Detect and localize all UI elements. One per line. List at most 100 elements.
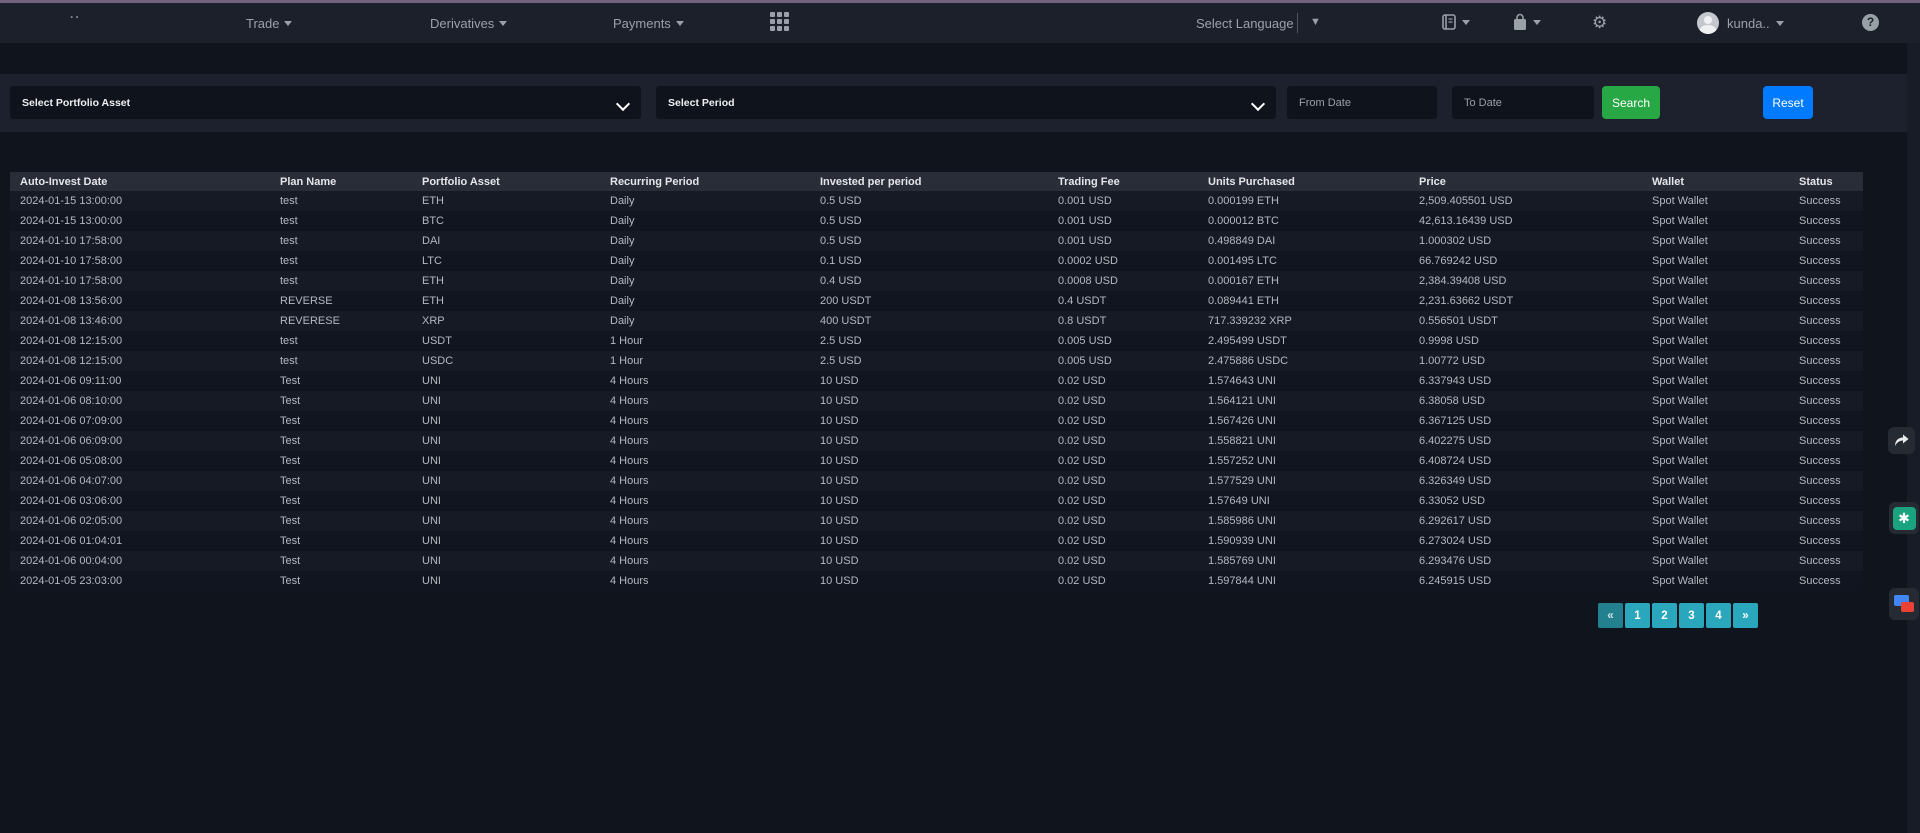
- table-cell: Spot Wallet: [1642, 351, 1789, 371]
- table-cell: 0.4 USDT: [1048, 291, 1198, 311]
- column-header[interactable]: Recurring Period: [600, 172, 810, 191]
- filter-bar: Select Portfolio Asset Select Period Sea…: [0, 74, 1920, 132]
- table-body: 2024-01-15 13:00:00testETHDaily0.5 USD0.…: [10, 191, 1863, 591]
- column-header[interactable]: Status: [1789, 172, 1863, 191]
- period-select-value: Select Period: [668, 97, 735, 109]
- table-row: 2024-01-06 01:04:01TestUNI4 Hours10 USD0…: [10, 531, 1863, 551]
- column-header[interactable]: Auto-Invest Date: [10, 172, 270, 191]
- table-cell: 10 USD: [810, 571, 1048, 591]
- table-cell: Success: [1789, 211, 1863, 231]
- table-cell: 6.38058 USD: [1409, 391, 1642, 411]
- table-cell: 6.402275 USD: [1409, 431, 1642, 451]
- table-row: 2024-01-06 04:07:00TestUNI4 Hours10 USD0…: [10, 471, 1863, 491]
- table-cell: 1.577529 UNI: [1198, 471, 1409, 491]
- table-cell: UNI: [412, 391, 600, 411]
- table-cell: Daily: [600, 191, 810, 211]
- column-header[interactable]: Trading Fee: [1048, 172, 1198, 191]
- table-cell: UNI: [412, 511, 600, 531]
- table-cell: 2024-01-06 09:11:00: [10, 371, 270, 391]
- to-date-input[interactable]: [1452, 86, 1594, 119]
- pagination-page-4[interactable]: 4: [1706, 603, 1731, 628]
- table-cell: BTC: [412, 211, 600, 231]
- table-cell: Test: [270, 551, 412, 571]
- wallet-bag-icon[interactable]: [1512, 13, 1528, 32]
- table-cell: 2024-01-10 17:58:00: [10, 271, 270, 291]
- pagination: «1234»: [1598, 603, 1758, 628]
- chat-bubbles-icon[interactable]: [1889, 588, 1919, 620]
- pagination-page-2[interactable]: 2: [1652, 603, 1677, 628]
- table-row: 2024-01-06 02:05:00TestUNI4 Hours10 USD0…: [10, 511, 1863, 531]
- table-cell: Spot Wallet: [1642, 451, 1789, 471]
- nav-item-trade[interactable]: Trade: [246, 3, 292, 43]
- pagination-page-1[interactable]: 1: [1625, 603, 1650, 628]
- table-cell: 0.02 USD: [1048, 531, 1198, 551]
- help-icon[interactable]: ?: [1862, 14, 1879, 31]
- table-cell: 2024-01-05 23:03:00: [10, 571, 270, 591]
- table-cell: Success: [1789, 251, 1863, 271]
- column-header[interactable]: Wallet: [1642, 172, 1789, 191]
- nav-item-payments[interactable]: Payments: [613, 3, 684, 43]
- table-row: 2024-01-15 13:00:00testETHDaily0.5 USD0.…: [10, 191, 1863, 211]
- table-cell: 2024-01-06 03:06:00: [10, 491, 270, 511]
- table-cell: test: [270, 251, 412, 271]
- table-cell: Spot Wallet: [1642, 531, 1789, 551]
- ai-assistant-icon[interactable]: ✱: [1889, 502, 1919, 534]
- share-arrow-icon[interactable]: [1888, 427, 1915, 454]
- table-row: 2024-01-06 05:08:00TestUNI4 Hours10 USD0…: [10, 451, 1863, 471]
- column-header[interactable]: Units Purchased: [1198, 172, 1409, 191]
- column-header[interactable]: Plan Name: [270, 172, 412, 191]
- column-header[interactable]: Portfolio Asset: [412, 172, 600, 191]
- table-cell: 4 Hours: [600, 551, 810, 571]
- table-cell: Spot Wallet: [1642, 471, 1789, 491]
- pagination-prev-button[interactable]: «: [1598, 603, 1623, 628]
- orders-book-icon[interactable]: [1440, 13, 1458, 32]
- table-cell: Success: [1789, 271, 1863, 291]
- table-cell: 10 USD: [810, 451, 1048, 471]
- table-cell: Spot Wallet: [1642, 271, 1789, 291]
- apps-grid-icon[interactable]: [770, 12, 792, 34]
- column-header[interactable]: Invested per period: [810, 172, 1048, 191]
- table-cell: UNI: [412, 571, 600, 591]
- reset-button[interactable]: Reset: [1763, 86, 1813, 119]
- table-cell: USDT: [412, 331, 600, 351]
- user-avatar[interactable]: [1697, 12, 1719, 34]
- language-caret-icon[interactable]: ▼: [1310, 16, 1321, 28]
- table-cell: 0.556501 USDT: [1409, 311, 1642, 331]
- portfolio-asset-select[interactable]: Select Portfolio Asset: [10, 86, 641, 119]
- table-cell: UNI: [412, 471, 600, 491]
- table-cell: test: [270, 231, 412, 251]
- table-cell: UNI: [412, 431, 600, 451]
- table-cell: Spot Wallet: [1642, 311, 1789, 331]
- table-cell: 400 USDT: [810, 311, 1048, 331]
- table-cell: Spot Wallet: [1642, 391, 1789, 411]
- from-date-input[interactable]: [1287, 86, 1437, 119]
- pagination-page-3[interactable]: 3: [1679, 603, 1704, 628]
- table-cell: 0.0002 USD: [1048, 251, 1198, 271]
- table-cell: 10 USD: [810, 411, 1048, 431]
- table-cell: 4 Hours: [600, 451, 810, 471]
- table-cell: Spot Wallet: [1642, 431, 1789, 451]
- table-cell: 2024-01-08 13:46:00: [10, 311, 270, 331]
- table-cell: 2024-01-06 07:09:00: [10, 411, 270, 431]
- chevron-down-icon: [618, 97, 629, 108]
- table-cell: Daily: [600, 311, 810, 331]
- table-cell: 1 Hour: [600, 351, 810, 371]
- search-button[interactable]: Search: [1602, 86, 1660, 119]
- table-cell: 4 Hours: [600, 531, 810, 551]
- pagination-next-button[interactable]: »: [1733, 603, 1758, 628]
- table-cell: 6.292617 USD: [1409, 511, 1642, 531]
- language-selector[interactable]: Select Language: [1196, 3, 1294, 43]
- user-menu[interactable]: kunda..: [1727, 3, 1784, 43]
- table-cell: Daily: [600, 211, 810, 231]
- nav-item-derivatives[interactable]: Derivatives: [430, 3, 507, 43]
- table-cell: Test: [270, 411, 412, 431]
- ai-logo: ✱: [1893, 507, 1916, 530]
- period-select[interactable]: Select Period: [656, 86, 1276, 119]
- table-cell: 1.585986 UNI: [1198, 511, 1409, 531]
- auto-invest-history-table-wrap: Auto-Invest DatePlan NamePortfolio Asset…: [10, 172, 1863, 591]
- table-cell: Success: [1789, 351, 1863, 371]
- table-cell: 10 USD: [810, 491, 1048, 511]
- settings-gear-icon[interactable]: ⚙: [1592, 13, 1607, 33]
- table-row: 2024-01-06 07:09:00TestUNI4 Hours10 USD0…: [10, 411, 1863, 431]
- column-header[interactable]: Price: [1409, 172, 1642, 191]
